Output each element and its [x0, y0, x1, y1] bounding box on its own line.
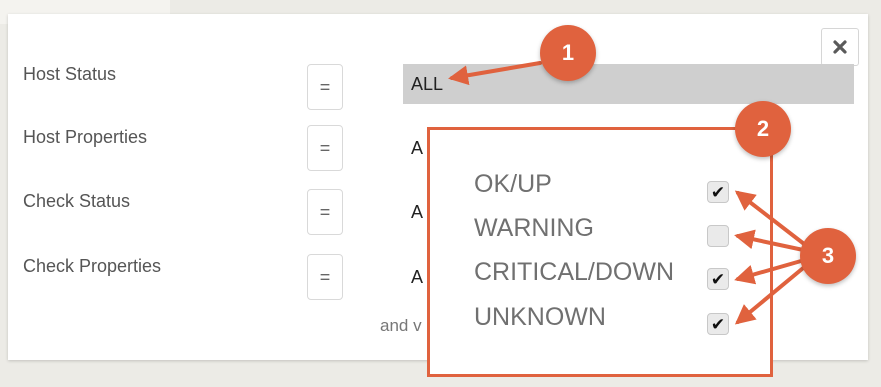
- arrow-3-to-unknown: [734, 262, 810, 325]
- arrow-3-to-critical: [734, 257, 810, 285]
- callout-badge-3: 3: [800, 228, 856, 284]
- callout-badge-2: 2: [735, 101, 791, 157]
- callout-badge-1: 1: [540, 25, 596, 81]
- callout-arrows: [448, 61, 810, 325]
- arrow-1-to-host-status: [448, 61, 542, 86]
